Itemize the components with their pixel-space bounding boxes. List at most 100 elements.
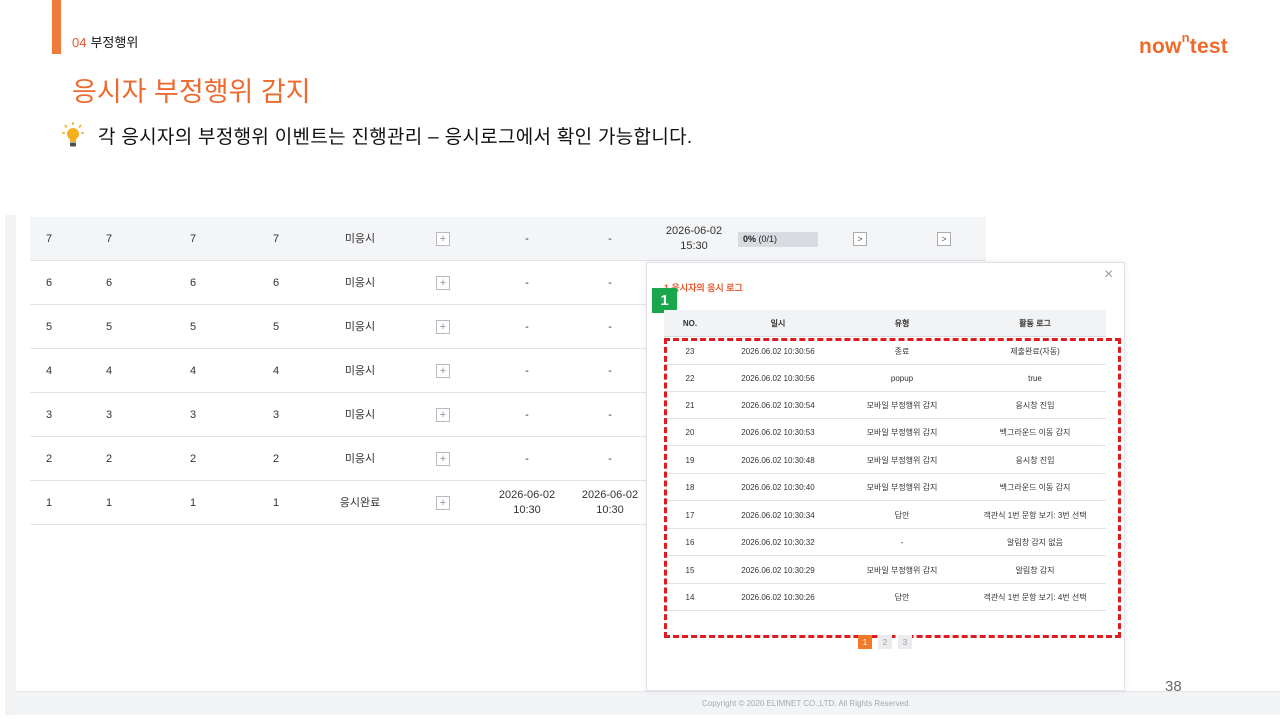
status-cell: 미응시 <box>344 320 376 333</box>
table-cell: 7 <box>272 232 280 245</box>
end-cell: - <box>608 364 612 377</box>
plus-icon[interactable]: + <box>436 408 450 422</box>
logo-part-b: test <box>1189 35 1228 58</box>
table-cell: 5 <box>189 320 197 333</box>
table-cell: 3 <box>189 408 197 421</box>
expand-cell: + <box>430 437 456 481</box>
log-table-header: NO. 일시 유형 활동 로그 <box>664 310 1106 337</box>
table-cell: 1 <box>272 496 280 509</box>
table-cell: 2 <box>189 452 197 465</box>
slide-title: 응시자 부정행위 감지 <box>72 77 311 107</box>
plus-icon[interactable]: + <box>436 232 450 246</box>
table-cell: 5 <box>45 320 53 333</box>
progress-percent: 0% <box>743 233 757 244</box>
progress-cell: 0% (0/1) <box>737 217 819 261</box>
date-line: 2026-06-02 <box>665 225 723 237</box>
page-button[interactable]: 3 <box>898 635 912 649</box>
nowntest-logo: nowntest <box>1139 30 1228 59</box>
section-name: 부정행위 <box>90 35 139 50</box>
status-cell: 응시완료 <box>339 496 381 509</box>
table-cell: 7 <box>45 232 53 245</box>
logo-part-a: now <box>1139 35 1182 58</box>
table-cell: 2 <box>45 452 53 465</box>
table-cell: 3 <box>272 408 280 421</box>
expand-cell: + <box>430 261 456 305</box>
column-header-datetime: 일시 <box>770 319 786 328</box>
table-cell: 6 <box>105 276 113 289</box>
start-cell: - <box>525 364 529 377</box>
screenshot-footer <box>16 691 1280 715</box>
status-cell: 미응시 <box>344 232 376 245</box>
table-cell: 1 <box>105 496 113 509</box>
table-cell: 5 <box>272 320 280 333</box>
chevron-right-icon[interactable]: > <box>937 232 951 246</box>
table-cell: 4 <box>189 364 197 377</box>
start-cell: - <box>525 408 529 421</box>
table-cell: 3 <box>105 408 113 421</box>
table-cell: 2 <box>105 452 113 465</box>
start-cell: - <box>525 276 529 289</box>
slide-page-number: 38 <box>1165 678 1182 695</box>
time-line: 10:30 <box>596 504 624 516</box>
table-cell: 5 <box>105 320 113 333</box>
section-label: 04 부정행위 <box>72 32 138 51</box>
highlight-box <box>664 338 1121 638</box>
table-cell: 7 <box>105 232 113 245</box>
table-cell: 4 <box>45 364 53 377</box>
plus-icon[interactable]: + <box>436 320 450 334</box>
detail-cell: > <box>846 217 874 261</box>
status-cell: 미응시 <box>344 408 376 421</box>
time-line: 10:30 <box>513 504 541 516</box>
table-row: 7 7 7 7 미응시 + - - 2026-06-02 15:30 0% (0… <box>30 217 986 261</box>
table-cell: 6 <box>272 276 280 289</box>
date-line: 2026-06-02 <box>498 489 556 501</box>
bullet-text: 각 응시자의 부정행위 이벤트는 진행관리 – 응시로그에서 확인 가능합니다. <box>98 127 693 148</box>
status-cell: 미응시 <box>344 276 376 289</box>
end-cell: - <box>608 408 612 421</box>
end-cell: - <box>608 320 612 333</box>
lightbulb-icon <box>62 122 84 147</box>
progress-bar: 0% (0/1) <box>738 231 818 247</box>
section-number: 04 <box>72 35 87 50</box>
plus-icon[interactable]: + <box>436 276 450 290</box>
date-cell: 2026-06-02 15:30 <box>654 217 734 261</box>
detail-cell: > <box>930 217 958 261</box>
logo-part-sup: n <box>1181 30 1190 45</box>
time-line: 15:30 <box>680 240 708 252</box>
table-cell: 6 <box>45 276 53 289</box>
start-cell: - <box>525 320 529 333</box>
status-cell: 미응시 <box>344 364 376 377</box>
chevron-right-icon[interactable]: > <box>853 232 867 246</box>
plus-icon[interactable]: + <box>436 496 450 510</box>
screenshot-left-edge <box>5 215 16 715</box>
date-line: 2026-06-02 <box>581 489 639 501</box>
expand-cell: + <box>430 305 456 349</box>
start-cell: - <box>525 232 529 245</box>
expand-cell: + <box>430 393 456 437</box>
close-icon[interactable]: × <box>1104 266 1113 284</box>
table-cell: 4 <box>105 364 113 377</box>
column-header-no: NO. <box>682 319 698 328</box>
table-cell: 2 <box>272 452 280 465</box>
table-cell: 7 <box>189 232 197 245</box>
accent-bar <box>52 0 61 54</box>
start-cell: 2026-06-02 10:30 <box>490 481 564 525</box>
table-cell: 1 <box>189 496 197 509</box>
status-cell: 미응시 <box>344 452 376 465</box>
end-cell: 2026-06-02 10:30 <box>575 481 645 525</box>
page-button[interactable]: 1 <box>858 635 872 649</box>
plus-icon[interactable]: + <box>436 452 450 466</box>
expand-cell: + <box>430 349 456 393</box>
end-cell: - <box>608 232 612 245</box>
copyright-text: Copyright © 2020 ELIMNET CO.,LTD. All Ri… <box>702 699 911 708</box>
table-cell: 6 <box>189 276 197 289</box>
table-cell: 1 <box>45 496 53 509</box>
table-cell: 4 <box>272 364 280 377</box>
plus-icon[interactable]: + <box>436 364 450 378</box>
page-button[interactable]: 2 <box>878 635 892 649</box>
end-cell: - <box>608 452 612 465</box>
column-header-log: 활동 로그 <box>1019 319 1051 328</box>
expand-cell: + <box>430 217 456 261</box>
table-cell: 3 <box>45 408 53 421</box>
expand-cell: + <box>430 481 456 525</box>
